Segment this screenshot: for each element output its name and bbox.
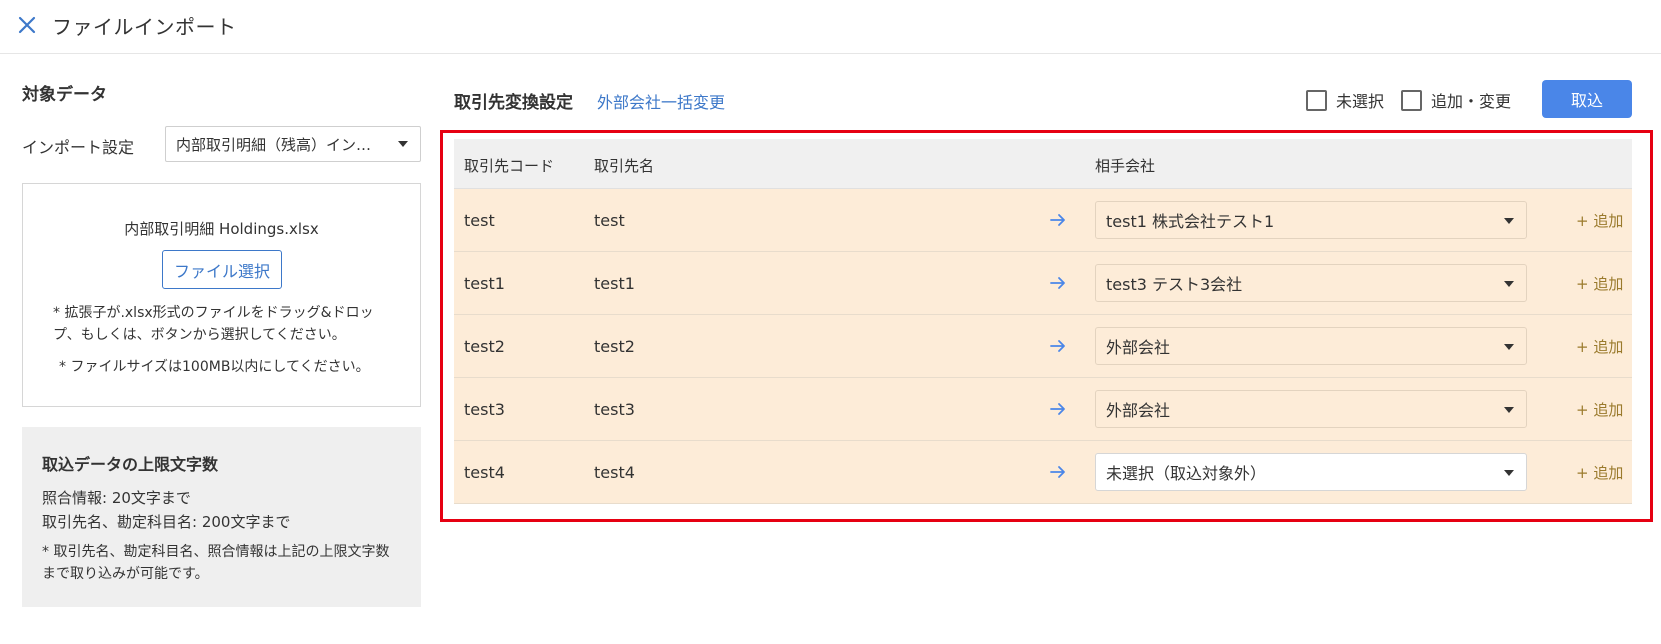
char-limit-note: * 取引先名、勘定科目名、照合情報は上記の上限文字数まで取り込みが可能です。 bbox=[42, 544, 390, 582]
partner-code: test2 bbox=[464, 337, 505, 356]
checkbox-label: 追加・変更 bbox=[1431, 92, 1512, 111]
file-select-button[interactable]: ファイル選択 bbox=[162, 250, 282, 289]
arrow-right-icon bbox=[1050, 277, 1065, 289]
partner-table: 取引先コード 取引先名 相手会社 test test test1 株式会社テスト… bbox=[454, 139, 1632, 504]
add-partner-link[interactable]: + 追加 bbox=[1576, 399, 1623, 420]
import-setting-label: インポート設定 bbox=[22, 138, 135, 157]
add-partner-link[interactable]: + 追加 bbox=[1576, 210, 1623, 231]
chevron-down-icon bbox=[1504, 407, 1514, 413]
partner-name: test4 bbox=[594, 463, 635, 482]
column-header-partner: 相手会社 bbox=[1095, 157, 1156, 175]
partner-conversion-title: 取引先変換設定 bbox=[454, 93, 573, 113]
table-row: test test test1 株式会社テスト1 + 追加 bbox=[454, 189, 1632, 252]
add-partner-link[interactable]: + 追加 bbox=[1576, 273, 1623, 294]
partner-company-select[interactable]: 外部会社 bbox=[1095, 327, 1527, 365]
chevron-down-icon bbox=[398, 141, 408, 147]
add-change-filter-checkbox[interactable]: 追加・変更 bbox=[1401, 88, 1511, 112]
char-limit-title: 取込データの上限文字数 bbox=[42, 455, 219, 474]
chevron-down-icon bbox=[1504, 218, 1514, 224]
partner-company-value: 外部会社 bbox=[1106, 338, 1171, 357]
import-setting-select[interactable]: 内部取引明細（残高）イン… bbox=[165, 126, 421, 162]
upload-note-size: * ファイルサイズは100MB以内にしてください。 bbox=[59, 359, 370, 375]
partner-company-select[interactable]: test3 テスト3会社 bbox=[1095, 264, 1527, 302]
table-row: test4 test4 未選択（取込対象外） + 追加 bbox=[454, 441, 1632, 504]
partner-name: test3 bbox=[594, 400, 635, 419]
partner-company-select[interactable]: test1 株式会社テスト1 bbox=[1095, 201, 1527, 239]
arrow-right-icon bbox=[1050, 403, 1065, 415]
table-row: test2 test2 外部会社 + 追加 bbox=[454, 315, 1632, 378]
partner-name: test1 bbox=[594, 274, 635, 293]
partner-code: test1 bbox=[464, 274, 505, 293]
checkbox-box[interactable] bbox=[1306, 89, 1327, 111]
partner-code: test4 bbox=[464, 463, 505, 482]
upload-note-format: * 拡張子が.xlsx形式のファイルをドラッグ&ドロップ、もしくは、ボタンから選… bbox=[53, 305, 374, 343]
partner-company-value: test3 テスト3会社 bbox=[1106, 275, 1243, 294]
column-header-code: 取引先コード bbox=[464, 157, 555, 175]
add-partner-link[interactable]: + 追加 bbox=[1576, 336, 1623, 357]
target-data-title: 対象データ bbox=[22, 85, 107, 105]
arrow-right-icon bbox=[1050, 466, 1065, 478]
partner-company-value: 未選択（取込対象外） bbox=[1106, 464, 1267, 483]
import-setting-value: 内部取引明細（残高）イン… bbox=[176, 135, 372, 154]
partner-company-value: 外部会社 bbox=[1106, 401, 1171, 420]
partner-code: test3 bbox=[464, 400, 505, 419]
checkbox-label: 未選択 bbox=[1336, 92, 1385, 111]
chevron-down-icon bbox=[1504, 344, 1514, 350]
column-header-name: 取引先名 bbox=[594, 157, 655, 175]
table-header: 取引先コード 取引先名 相手会社 bbox=[454, 139, 1632, 189]
char-limit-panel: 取込データの上限文字数 照合情報: 20文字まで 取引先名、勘定科目名: 200… bbox=[22, 427, 421, 607]
chevron-down-icon bbox=[1504, 281, 1514, 287]
arrow-right-icon bbox=[1050, 340, 1065, 352]
partner-name: test2 bbox=[594, 337, 635, 356]
close-button[interactable] bbox=[14, 12, 40, 38]
header-bar: ファイルインポート bbox=[0, 0, 1661, 54]
partner-company-select[interactable]: 未選択（取込対象外） bbox=[1095, 453, 1527, 491]
char-limit-match-info: 照合情報: 20文字まで bbox=[42, 489, 191, 507]
import-button[interactable]: 取込 bbox=[1542, 80, 1632, 118]
close-icon bbox=[18, 16, 36, 34]
bulk-external-change-link[interactable]: 外部会社一括変更 bbox=[597, 89, 725, 113]
arrow-right-icon bbox=[1050, 214, 1065, 226]
file-drop-zone[interactable]: 内部取引明細 Holdings.xlsx ファイル選択 * 拡張子が.xlsx形… bbox=[22, 183, 421, 407]
selected-file-name: 内部取引明細 Holdings.xlsx bbox=[124, 220, 319, 238]
chevron-down-icon bbox=[1504, 470, 1514, 476]
partner-name: test bbox=[594, 211, 625, 230]
char-limit-names: 取引先名、勘定科目名: 200文字まで bbox=[42, 513, 291, 531]
checkbox-box[interactable] bbox=[1401, 89, 1422, 111]
table-row: test1 test1 test3 テスト3会社 + 追加 bbox=[454, 252, 1632, 315]
partner-company-value: test1 株式会社テスト1 bbox=[1106, 212, 1275, 231]
add-partner-link[interactable]: + 追加 bbox=[1576, 462, 1623, 483]
unselected-filter-checkbox[interactable]: 未選択 bbox=[1306, 88, 1384, 112]
partner-code: test bbox=[464, 211, 495, 230]
page-title: ファイルインポート bbox=[52, 15, 237, 39]
table-row: test3 test3 外部会社 + 追加 bbox=[454, 378, 1632, 441]
partner-company-select[interactable]: 外部会社 bbox=[1095, 390, 1527, 428]
